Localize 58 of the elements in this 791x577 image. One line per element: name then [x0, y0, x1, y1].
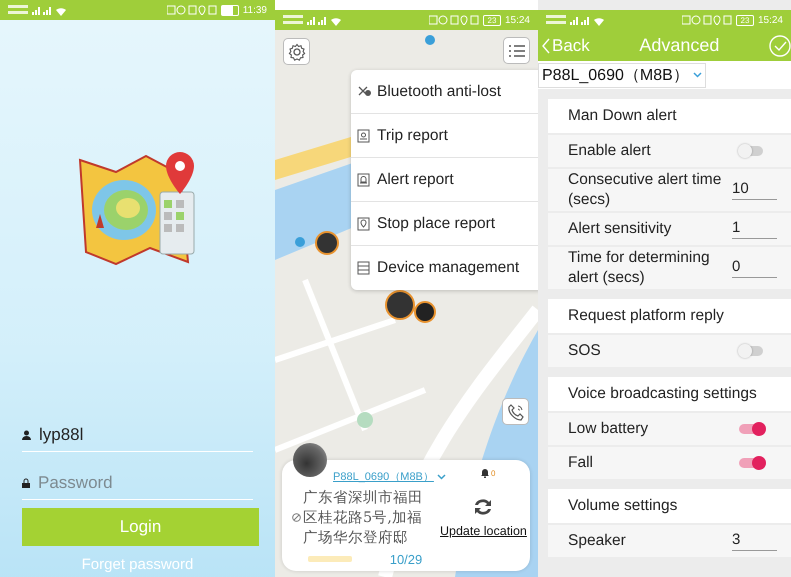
menu-button[interactable]: [503, 37, 530, 64]
setting-label: Fall: [568, 453, 594, 473]
username-field[interactable]: lyp88l: [39, 424, 219, 444]
clock-time: 15:24: [504, 14, 530, 26]
settings-button[interactable]: [283, 38, 310, 65]
toggle-switch[interactable]: [739, 458, 763, 468]
user-icon: [22, 430, 31, 440]
menu-icon: [508, 44, 526, 58]
number-input[interactable]: 1: [732, 219, 777, 239]
chevron-left-icon: [542, 38, 550, 54]
toggle-switch[interactable]: [739, 424, 763, 434]
server-icon: [357, 261, 371, 275]
phone-icon: [506, 402, 524, 420]
setting-label: Alert sensitivity: [568, 219, 672, 239]
alarm-report-icon: [357, 172, 371, 186]
number-input[interactable]: 3: [732, 531, 777, 551]
screen-title: Advanced: [639, 35, 720, 56]
bell-icon: [480, 468, 490, 478]
toggle-switch[interactable]: [739, 146, 763, 156]
bluetooth-icon: [357, 84, 371, 98]
section-header: Request platform reply: [548, 299, 791, 333]
section-header: Man Down alert: [548, 99, 791, 133]
password-field[interactable]: Password: [38, 472, 218, 492]
menu-item[interactable]: Device management: [351, 246, 538, 290]
setting-label: Speaker: [568, 531, 627, 551]
setting-label: Enable alert: [568, 141, 652, 161]
page-counter: 10/29: [388, 552, 424, 567]
number-input[interactable]: 10: [732, 180, 777, 200]
status-icons-drawing: [166, 5, 217, 15]
clock-time: 11:39: [242, 4, 267, 16]
address-text: 广东省深圳市福田区桂花路5号,加福广场华尔登府邸: [303, 488, 424, 548]
section-header: Volume settings: [548, 489, 791, 523]
setting-label: Consecutive alert time (secs): [568, 170, 722, 210]
alarm-count: 0: [491, 469, 496, 478]
location-report-icon: [357, 216, 371, 230]
no-entry-icon: [292, 513, 301, 522]
setting-label: Time for determining alert (secs): [568, 248, 711, 288]
clock-time: 15:24: [758, 14, 783, 26]
date-tag: [308, 556, 352, 562]
update-location-button[interactable]: Update location: [440, 496, 527, 538]
lock-icon: [22, 478, 30, 488]
device-dropdown[interactable]: P88L_0690（M8B）: [538, 62, 706, 88]
checkmark-icon[interactable]: [768, 34, 791, 56]
settings-icon: [288, 42, 306, 60]
toggle-switch[interactable]: [739, 346, 763, 356]
caret-icon: [436, 474, 446, 480]
battery-indicator: 23: [736, 14, 754, 26]
section-header: Voice broadcasting settings: [548, 377, 791, 411]
setting-label: Low battery: [568, 419, 650, 439]
battery-indicator: 23: [482, 14, 501, 26]
battery-icon: [220, 4, 239, 16]
caret-icon: [692, 72, 702, 78]
report-icon: [357, 128, 371, 142]
number-input[interactable]: 0: [732, 258, 777, 278]
status-icons-drawing: [428, 15, 479, 25]
setting-label: SOS: [568, 341, 602, 361]
call-button[interactable]: [502, 398, 529, 425]
status-icons-drawing: [682, 15, 732, 25]
